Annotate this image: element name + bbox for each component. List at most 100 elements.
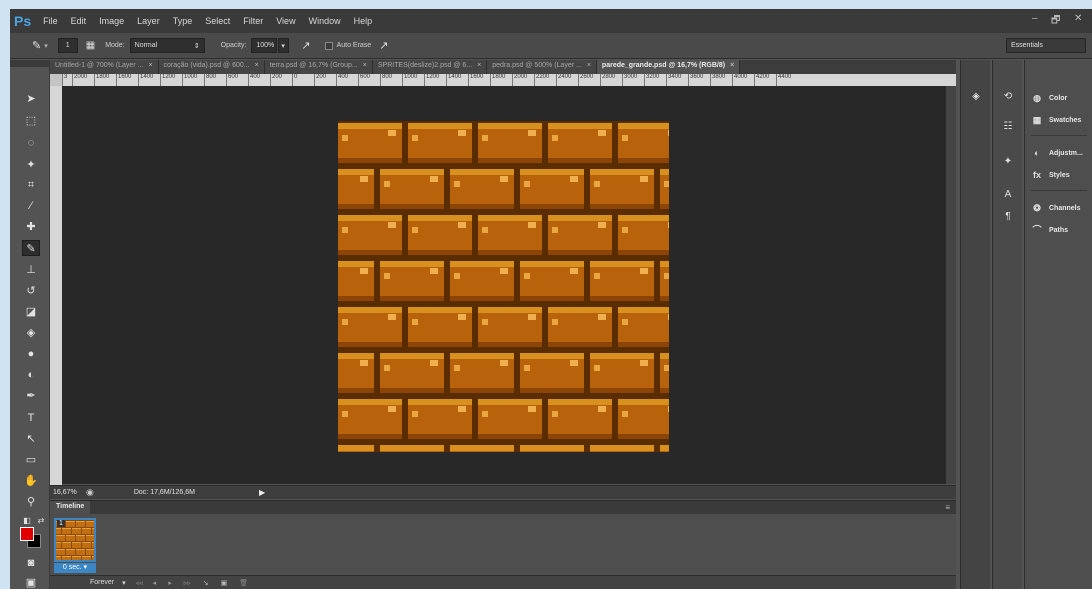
eyedropper-tool-icon[interactable]: ∕ xyxy=(22,198,40,214)
brick-wall-canvas[interactable] xyxy=(338,121,669,452)
minimize-button[interactable]: – xyxy=(1032,13,1038,24)
panel-styles[interactable]: fx Styles xyxy=(1031,167,1070,183)
tab-untitled-1[interactable]: Untitled-1 @ 700% (Layer ... × xyxy=(50,60,159,74)
history-brush-tool-icon[interactable]: ↺ xyxy=(22,283,40,299)
delete-frame-icon[interactable]: 🗑 xyxy=(239,579,248,587)
horizontal-ruler[interactable]: 3 2000 1800 1600 1400 1200 1000 800 600 400 200 0 20… xyxy=(62,74,956,86)
pressure-size-icon[interactable]: ↗ xyxy=(379,39,388,52)
menu-file[interactable]: File xyxy=(43,16,58,26)
thumbnail-brick xyxy=(86,549,94,555)
brick-tile xyxy=(520,261,584,301)
crop-tool-icon[interactable]: ⌗ xyxy=(22,177,40,193)
first-frame-icon[interactable]: ◃◃ xyxy=(136,579,143,587)
chevron-down-icon[interactable]: ▾ xyxy=(122,579,126,587)
mode-select[interactable]: Normal ⇕ xyxy=(129,38,205,53)
path-selection-tool-icon[interactable]: ↖ xyxy=(22,431,40,447)
tools-panel-header[interactable] xyxy=(10,60,50,67)
close-icon[interactable]: × xyxy=(148,62,152,72)
previous-frame-icon[interactable]: ◂ xyxy=(153,579,157,587)
menu-select[interactable]: Select xyxy=(205,16,230,26)
ruler-tick: 0 xyxy=(292,74,314,86)
vertical-scrollbar[interactable] xyxy=(946,86,956,484)
close-icon[interactable]: × xyxy=(255,62,259,72)
foreground-color-swatch[interactable] xyxy=(20,527,34,541)
move-tool-icon[interactable]: ➤ xyxy=(22,91,40,107)
status-menu-arrow-icon[interactable]: ▶ xyxy=(259,488,265,497)
frame-delay-select[interactable]: 0 sec. ▾ xyxy=(54,563,96,573)
panel-channels[interactable]: ❂ Channels xyxy=(1031,200,1080,216)
marquee-tool-icon[interactable]: ⬚ xyxy=(22,113,40,129)
ruler-corner[interactable] xyxy=(50,74,62,86)
menu-help[interactable]: Help xyxy=(354,16,373,26)
rectangle-tool-icon[interactable]: ▭ xyxy=(22,452,40,468)
zoom-level[interactable]: 16,67% xyxy=(50,489,86,496)
ruler-tick: 3600 xyxy=(688,74,710,86)
menu-type[interactable]: Type xyxy=(173,16,193,26)
paragraph-icon[interactable]: ¶ xyxy=(1001,210,1015,224)
lasso-tool-icon[interactable]: ◌ xyxy=(22,135,40,151)
auto-erase-checkbox[interactable] xyxy=(324,41,333,50)
menu-view[interactable]: View xyxy=(276,16,295,26)
loop-select[interactable]: Forever xyxy=(90,579,114,586)
menu-edit[interactable]: Edit xyxy=(71,16,87,26)
paint-bucket-tool-icon[interactable]: ◈ xyxy=(22,325,40,341)
close-icon[interactable]: × xyxy=(363,62,367,72)
ruler-tick: 1400 xyxy=(138,74,160,86)
play-icon[interactable]: ▸ xyxy=(168,579,172,587)
close-icon[interactable]: × xyxy=(730,62,734,72)
tab-parede-grande[interactable]: parede_grande.psd @ 16,7% (RGB/8) × xyxy=(596,60,741,74)
tween-icon[interactable]: ↘ xyxy=(203,579,209,587)
close-icon[interactable]: × xyxy=(587,62,591,72)
quick-mask-icon[interactable]: ◙ xyxy=(22,555,40,571)
clone-stamp-tool-icon[interactable]: ⊥ xyxy=(22,262,40,278)
pen-tool-icon[interactable]: ✒ xyxy=(22,388,40,404)
close-icon[interactable]: × xyxy=(477,62,481,72)
eraser-tool-icon[interactable]: ◪ xyxy=(22,304,40,320)
close-button[interactable]: ✕ xyxy=(1074,13,1082,24)
character-icon[interactable]: A xyxy=(1001,188,1015,202)
pressure-opacity-icon[interactable]: ↗ xyxy=(301,39,310,52)
menu-layer[interactable]: Layer xyxy=(137,16,160,26)
screen-mode-icon[interactable]: ▣ xyxy=(22,575,40,589)
quick-select-tool-icon[interactable]: ✦ xyxy=(22,157,40,173)
share-icon[interactable]: ◉ xyxy=(86,487,94,498)
timeline-frame[interactable]: 1 xyxy=(54,518,96,562)
panel-swatches[interactable]: ▦ Swatches xyxy=(1031,112,1082,128)
duplicate-frame-icon[interactable]: ▣ xyxy=(221,579,228,587)
menu-image[interactable]: Image xyxy=(99,16,124,26)
brush-size-picker[interactable]: 1 xyxy=(57,38,78,53)
menu-filter[interactable]: Filter xyxy=(243,16,263,26)
hand-tool-icon[interactable]: ✋ xyxy=(22,473,40,489)
pencil-tool-icon[interactable]: ✎ xyxy=(22,240,40,256)
tab-coracao[interactable]: coração (vida).psd @ 600... × xyxy=(158,60,265,74)
pencil-icon[interactable]: ✎ xyxy=(32,39,41,52)
tab-pedra[interactable]: pedra.psd @ 500% (Layer ... × xyxy=(487,60,597,74)
brush-preset-icon[interactable]: ✦ xyxy=(1001,155,1015,169)
tool-preset-arrow-icon[interactable]: ▾ xyxy=(44,42,48,50)
opacity-input[interactable]: 100% xyxy=(251,38,278,53)
workspace-switcher[interactable]: Essentials xyxy=(1006,38,1086,53)
opacity-dropdown[interactable]: ▾ xyxy=(278,38,290,53)
blur-tool-icon[interactable]: ● xyxy=(22,346,40,362)
panel-paths[interactable]: ⌒ Paths xyxy=(1031,222,1068,238)
timeline-title[interactable]: Timeline xyxy=(50,501,91,514)
zoom-tool-icon[interactable]: ⚲ xyxy=(22,494,40,510)
menu-window[interactable]: Window xyxy=(309,16,341,26)
type-tool-icon[interactable]: T xyxy=(22,410,40,426)
properties-icon[interactable]: ☷ xyxy=(1001,120,1015,134)
brush-panel-icon[interactable]: ▦ xyxy=(86,40,95,51)
panel-adjustments[interactable]: ◐ Adjustm... xyxy=(1031,145,1083,161)
restore-button[interactable]: 🗗 xyxy=(1051,13,1060,30)
panel-color[interactable]: ◍ Color xyxy=(1031,90,1067,106)
layers-icon[interactable]: ◈ xyxy=(969,90,983,104)
next-frame-icon[interactable]: ▹▹ xyxy=(184,579,191,587)
tab-sprites[interactable]: SPRITES(deslize)2.psd @ 6... × xyxy=(372,60,488,74)
canvas-area[interactable] xyxy=(62,86,946,484)
swap-colors-icon[interactable]: ⇄ xyxy=(32,513,50,529)
tab-terra[interactable]: terra.psd @ 16,7% (Group... × xyxy=(264,60,373,74)
history-icon[interactable]: ⟲ xyxy=(1001,90,1015,104)
dodge-tool-icon[interactable]: ◐ xyxy=(22,367,40,383)
panel-menu-icon[interactable]: ≡ xyxy=(945,503,950,512)
vertical-ruler[interactable] xyxy=(50,86,62,488)
healing-brush-tool-icon[interactable]: ✚ xyxy=(22,219,40,235)
